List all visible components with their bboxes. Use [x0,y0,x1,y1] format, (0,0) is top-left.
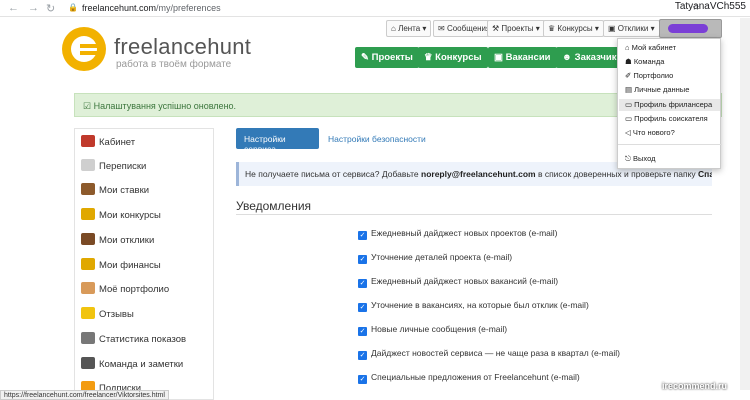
divider [236,214,712,215]
monitor-icon: ▭ [625,100,635,109]
checkbox-checked-icon[interactable]: ✓ [358,351,367,360]
sidebar-item-cabinet[interactable]: Кабинет [81,135,135,151]
chart-icon [81,332,95,344]
trophy-icon: ♛ [548,24,558,33]
browser-toolbar: ← → ↻ 🔒 freelancehunt.com/my/preferences… [0,0,750,17]
user-icon: ☻ [562,52,575,63]
nav-projects-button[interactable]: ✎ Проекты [355,47,419,68]
projects-menu[interactable]: ⚒ Проекты ▾ [487,20,545,37]
avatar [668,24,708,33]
gavel-icon [81,183,95,195]
notification-checkbox[interactable]: ✓ Уточнение в вакансиях, на которые был о… [358,300,589,314]
palette-icon [81,282,95,294]
wrench-icon: ✎ [361,52,372,63]
logo-icon[interactable] [62,27,106,71]
feed-menu[interactable]: ⌂ Лента ▾ [386,20,432,37]
sidebar-item-portfolio[interactable]: Моё портфолио [81,282,169,298]
menu-item-logout[interactable]: ⎋ Выход [625,154,655,164]
status-bar-url: https://freelancehunt.com/freelancer/Vik… [0,390,169,400]
wrench-icon: ⚒ [492,24,502,33]
lock-icon: 🔒 [68,3,78,12]
tab-service-settings[interactable]: Настройки сервиса [236,128,319,154]
menu-item-portfolio[interactable]: ✐ Портфолио [625,71,673,80]
trophy-icon: ♛ [424,52,436,63]
watermark: irecommend.ru [662,381,728,391]
nav-contests-button[interactable]: ♛ Конкурсы [418,47,488,68]
coins-icon [81,258,95,270]
menu-item-applicant-profile[interactable]: ▭ Профиль соискателя [625,114,708,123]
briefcase-icon: ▣ [494,52,506,63]
briefcase-icon [81,233,95,245]
star-icon [81,307,95,319]
notifications-heading: Уведомления [236,199,312,213]
menu-item-freelancer-profile[interactable]: ▭ Профиль фрилансера [625,100,712,109]
check-icon: ☑ [83,101,94,111]
forward-icon[interactable]: → [28,2,39,14]
notification-checkbox[interactable]: ✓ Уточнение деталей проекта (e-mail) [358,252,512,266]
checkbox-checked-icon[interactable]: ✓ [358,279,367,288]
mail-icon [81,159,95,171]
logout-icon: ⎋ [625,154,634,163]
home-icon [81,135,95,147]
checkbox-checked-icon[interactable]: ✓ [358,231,367,240]
checkbox-checked-icon[interactable]: ✓ [358,255,367,264]
browser-user-name: TatyanaVCh555 [674,1,746,12]
sidebar-item-team[interactable]: Команда и заметки [81,357,183,373]
monitor-icon: ▭ [625,114,635,123]
mail-icon: ✉ [438,24,447,33]
checkbox-checked-icon[interactable]: ✓ [358,375,367,384]
contests-menu[interactable]: ♛ Конкурсы ▾ [543,20,604,37]
home-icon: ⌂ [625,43,632,52]
checkbox-checked-icon[interactable]: ✓ [358,327,367,336]
team-icon: ☗ [625,57,634,66]
menu-item-team[interactable]: ☗ Команда [625,57,664,66]
notification-checkbox[interactable]: ✓ Новые личные сообщения (e-mail) [358,324,507,338]
sidebar-item-bids[interactable]: Мои ставки [81,183,149,199]
logo-text[interactable]: freelancehunt [114,34,251,60]
scrollbar[interactable] [740,18,750,390]
menu-item-cabinet[interactable]: ⌂ Мой кабинет [625,43,676,52]
messages-link[interactable]: ✉ Сообщения [433,20,496,37]
team-icon [81,357,95,369]
notification-checkbox[interactable]: ✓ Ежедневный дайджест новых проектов (e-m… [358,228,557,242]
bids-menu[interactable]: ▣ Отклики ▾ [603,20,660,37]
sidebar-item-messages[interactable]: Переписки [81,159,146,175]
sidebar: Кабинет Переписки Мои ставки Мои конкурс… [74,128,214,400]
menu-item-whats-new[interactable]: ◁ Что нового? [625,128,675,137]
profile-dropdown-menu: ⌂ Мой кабинет ☗ Команда ✐ Портфолио ▤ Ли… [617,38,722,169]
checkbox-checked-icon[interactable]: ✓ [358,303,367,312]
reload-icon[interactable]: ↻ [46,2,55,15]
home-icon: ⌂ [391,24,399,33]
back-icon[interactable]: ← [8,2,19,14]
id-card-icon: ▤ [625,85,635,94]
sidebar-item-stats[interactable]: Статистика показов [81,332,186,348]
menu-item-personal-data[interactable]: ▤ Личные данные [625,85,689,94]
trophy-icon [81,208,95,220]
sidebar-item-finances[interactable]: Мои финансы [81,258,161,274]
notification-checkbox[interactable]: ✓ Ежедневный дайджест новых вакансий (e-m… [358,276,558,290]
bullhorn-icon: ◁ [625,128,633,137]
logo-tagline: работа в твоём формате [116,59,232,70]
sidebar-item-responses[interactable]: Мои отклики [81,233,154,249]
sidebar-item-reviews[interactable]: Отзывы [81,307,134,323]
nav-vacancies-button[interactable]: ▣ Вакансии [488,47,557,68]
menu-divider [618,144,722,145]
sidebar-item-contests[interactable]: Мои конкурсы [81,208,161,224]
address-bar[interactable]: freelancehunt.com/my/preferences [82,3,221,13]
briefcase-icon: ▣ [608,24,618,33]
notification-checkbox[interactable]: ✓ Специальные предложения от Freelancehun… [358,372,580,386]
notification-checkbox[interactable]: ✓ Дайджест новостей сервиса — не чаще раз… [358,348,620,362]
tab-security-settings[interactable]: Настройки безопасности [328,134,426,144]
